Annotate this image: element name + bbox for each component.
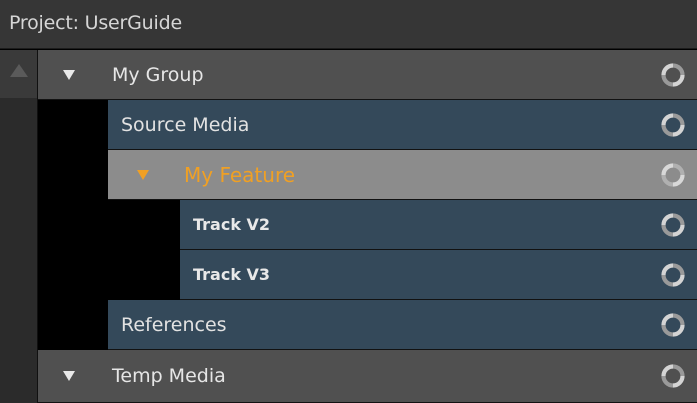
arrow-up-icon	[10, 64, 28, 77]
tree-item-label: Track V3	[193, 265, 271, 284]
panel-header: Project: UserGuide	[0, 0, 697, 49]
expand-triangle-icon[interactable]	[63, 50, 75, 99]
tree-item-label: My Group	[112, 63, 204, 86]
sync-icon[interactable]	[659, 212, 687, 238]
tree-item-my-group[interactable]: My Group	[38, 50, 697, 100]
tree-item-track-v3[interactable]: Track V3	[180, 250, 697, 300]
tree-item-label: Source Media	[121, 113, 250, 136]
scroll-up-button[interactable]	[0, 50, 37, 98]
project-title: Project: UserGuide	[9, 12, 182, 34]
sync-icon[interactable]	[659, 363, 687, 389]
sync-icon[interactable]	[659, 62, 687, 88]
tree-item-label: My Feature	[184, 162, 296, 187]
tree-item-track-v2[interactable]: Track V2	[180, 200, 697, 250]
tree-item-temp-media[interactable]: Temp Media	[38, 350, 697, 403]
sync-icon[interactable]	[659, 312, 687, 338]
sync-icon[interactable]	[659, 262, 687, 288]
tree-item-references[interactable]: References	[108, 300, 697, 350]
expand-triangle-icon[interactable]	[63, 350, 75, 402]
tree-item-source-media[interactable]: Source Media	[108, 100, 697, 150]
sync-icon[interactable]	[659, 162, 687, 188]
tree-item-label: Temp Media	[112, 365, 226, 387]
project-panel: Project: UserGuide My Group Source Media	[0, 0, 697, 403]
expand-triangle-icon[interactable]	[137, 150, 149, 199]
tree-item-my-feature[interactable]: My Feature	[108, 150, 697, 200]
tree-item-label: Track V2	[193, 215, 271, 234]
vertical-scrollbar[interactable]	[0, 50, 38, 403]
tree-item-label: References	[121, 313, 227, 336]
sync-icon[interactable]	[659, 112, 687, 138]
